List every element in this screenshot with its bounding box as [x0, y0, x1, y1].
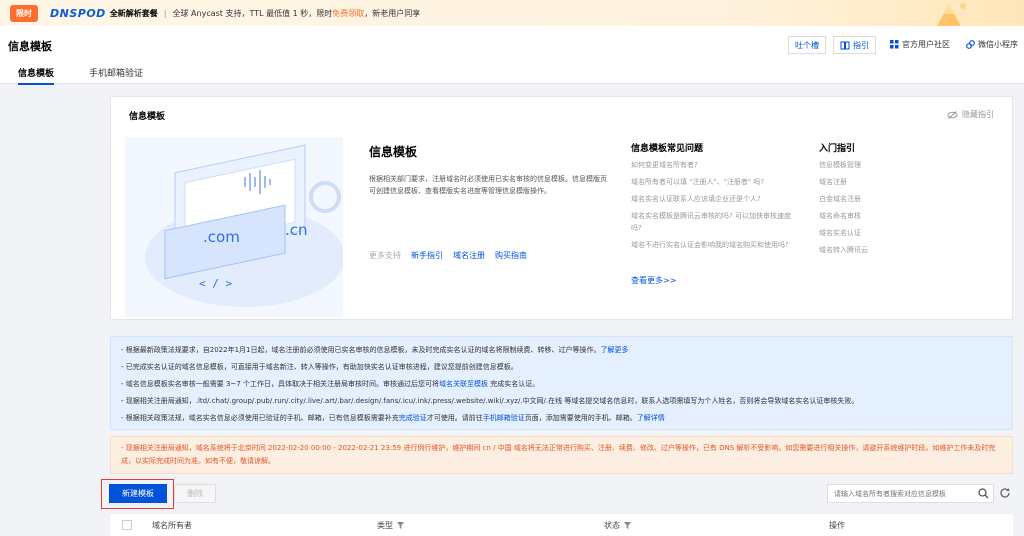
intro-title: 信息模板: [369, 145, 418, 159]
column-type-label: 类型: [377, 521, 393, 530]
faq-item[interactable]: 域名不进行实名认证会影响我的域名购买和使用吗?: [631, 239, 791, 251]
hide-guide-button[interactable]: 隐藏指引: [947, 109, 994, 120]
faq-more-link[interactable]: 查看更多>>: [631, 275, 676, 286]
column-actions: 操作: [829, 520, 845, 531]
select-all-checkbox[interactable]: [122, 520, 132, 530]
entry-item[interactable]: 信息模板管理: [819, 159, 868, 171]
maintenance-notice: - 现据相关注册局通知，域名系统将于北京时间 2022-02-20 00:00 …: [110, 436, 1013, 474]
entry-guide-title: 入门指引: [819, 144, 856, 154]
guide-card: 信息模板 隐藏指引 .com .cn < / > 信息模板 根据相关部门要求，注…: [110, 96, 1013, 320]
faq-item[interactable]: 域名实名模板是腾讯云审核的吗? 可以加快审核速度吗?: [631, 210, 791, 234]
tab-phone-email-verify[interactable]: 手机邮箱验证: [89, 66, 143, 83]
entry-guide-list: 信息模板管理 域名注册 白金域名注册 域名命名审核 域名实名认证 域名转入腾讯云: [819, 159, 868, 261]
link-icon: [966, 40, 975, 49]
refresh-icon[interactable]: [999, 487, 1011, 499]
notice-line: - 已完成实名认证的域名信息模板，可直接用于域名新注、转入等操作，有助加快实名认…: [121, 363, 518, 371]
promo-text-end: ，新老用户同享: [364, 8, 421, 18]
notice-text: - 域名信息模板实名审核一般需要 3~7 个工作日，具体取决于相关注册局审核时间…: [121, 380, 439, 388]
search-box: [827, 484, 994, 503]
illus-code-text: < / >: [199, 277, 232, 290]
entry-item[interactable]: 域名实名认证: [819, 227, 868, 239]
notice-text: 页面，添加需要使用的手机、邮箱。: [524, 414, 637, 422]
miniapp-link-label: 微信小程序: [978, 40, 1018, 49]
promo-separator: |: [163, 8, 167, 18]
page-title: 信息模板: [8, 40, 52, 53]
link-domain-template[interactable]: 域名关联至模板: [439, 380, 488, 388]
dnspod-logo: DNSPOD: [50, 6, 106, 20]
column-status: 状态: [604, 520, 631, 531]
entry-item[interactable]: 域名注册: [819, 176, 868, 188]
table-header: 域名所有者 类型 状态 操作: [110, 513, 1013, 536]
support-links: 更多支持 新手指引 域名注册 购买指南: [369, 250, 527, 261]
notice-text: - 根据最新政策法规要求，自2022年1月1日起，域名注册前必须使用已实名审核的…: [121, 346, 601, 354]
miniapp-link[interactable]: 微信小程序: [966, 39, 1018, 50]
column-owner-label: 域名所有者: [152, 521, 192, 530]
intro-description: 根据相关部门要求，注册域名时必须使用已实名审核的信息模板。信息模版页可创建信息模…: [369, 175, 607, 195]
support-label: 更多支持: [369, 251, 401, 260]
faq-title: 信息模板常见问题: [631, 144, 704, 154]
notice-line: - 根据最新政策法规要求，自2022年1月1日起，域名注册前必须使用已实名审核的…: [121, 342, 1002, 359]
column-owner: 域名所有者: [152, 520, 192, 531]
notice-line: - 根据相关政策法规，域名实名信息必须使用已验证的手机、邮箱，已有信息模板需要补…: [121, 410, 1002, 427]
promo-decoration-icon: [937, 3, 966, 26]
grid-icon: [890, 40, 899, 49]
promo-title: 全新解析套餐: [109, 8, 158, 18]
learn-more-link[interactable]: 了解更多: [600, 346, 628, 354]
filter-icon[interactable]: [397, 522, 404, 529]
notice-text: 才可使用。请前往: [426, 414, 483, 422]
domain-register-link[interactable]: 域名注册: [453, 250, 485, 261]
faq-list: 如何变更域名所有者? 域名所有者可以填 "注册人"、"注册者" 吗? 域名实名认…: [631, 159, 791, 256]
search-icon[interactable]: [978, 488, 989, 499]
notice-text: 完成实名认证。: [490, 380, 540, 388]
phone-email-verify-link[interactable]: 手机邮箱验证: [483, 414, 525, 422]
entry-item[interactable]: 域名命名审核: [819, 210, 868, 222]
beginner-guide-link[interactable]: 新手指引: [411, 250, 443, 261]
new-template-button[interactable]: 新建模板: [109, 484, 167, 503]
page-header: 信息模板 吐个槽 指引 官方用户社区 微信小程序 信息模板 手机邮箱验证: [0, 26, 1024, 85]
complete-verify-link[interactable]: 完成验证: [399, 414, 427, 422]
faq-item[interactable]: 域名所有者可以填 "注册人"、"注册者" 吗?: [631, 176, 791, 188]
domain-illustration: .com .cn < / >: [125, 137, 343, 317]
promo-text: 全球 Anycast 支持，TTL 最低值 1 秒，限时: [172, 8, 333, 18]
search-input[interactable]: [834, 489, 974, 498]
entry-item[interactable]: 域名转入腾讯云: [819, 244, 868, 256]
guide-button[interactable]: 指引: [833, 36, 876, 54]
filter-icon[interactable]: [624, 522, 631, 529]
column-actions-label: 操作: [829, 521, 845, 530]
faq-item[interactable]: 域名实名认证联系人应该填企业还是个人?: [631, 193, 791, 205]
column-type: 类型: [377, 520, 404, 531]
delete-button[interactable]: 删除: [174, 484, 216, 503]
community-link-label: 官方用户社区: [902, 40, 950, 49]
notice-line: - 域名信息模板实名审核一般需要 3~7 个工作日，具体取决于相关注册局审核时间…: [121, 376, 1002, 393]
promo-tag: 限时: [10, 4, 38, 22]
learn-details-link[interactable]: 了解详情: [637, 414, 665, 422]
notice-line: - 现据相关注册局通知，.ltd/.chat/.group/.pub/.run/…: [121, 397, 859, 405]
faq-item[interactable]: 如何变更域名所有者?: [631, 159, 791, 171]
feedback-button[interactable]: 吐个槽: [788, 36, 826, 54]
hide-guide-label: 隐藏指引: [962, 110, 994, 119]
eye-off-icon: [947, 110, 958, 119]
promo-highlight-link[interactable]: 免费领取: [332, 8, 364, 19]
feedback-button-label: 吐个槽: [795, 40, 819, 50]
illus-com-text: .com: [203, 228, 240, 246]
entry-item[interactable]: 白金域名注册: [819, 193, 868, 205]
tab-info-template[interactable]: 信息模板: [18, 66, 55, 85]
notice-text: - 根据相关政策法规，域名实名信息必须使用已验证的手机、邮箱，已有信息模板需要补…: [121, 414, 399, 422]
promo-banner[interactable]: 限时 DNSPOD 全新解析套餐 | 全球 Anycast 支持，TTL 最低值…: [0, 0, 1024, 26]
book-icon: [840, 41, 850, 49]
policy-notice: - 根据最新政策法规要求，自2022年1月1日起，域名注册前必须使用已实名审核的…: [110, 336, 1013, 430]
illus-cn-text: .cn: [285, 221, 308, 239]
purchase-guide-link[interactable]: 购买指南: [495, 250, 527, 261]
guide-button-label: 指引: [853, 40, 869, 50]
community-link[interactable]: 官方用户社区: [890, 39, 950, 50]
guide-card-title: 信息模板: [129, 112, 166, 122]
column-status-label: 状态: [604, 521, 620, 530]
